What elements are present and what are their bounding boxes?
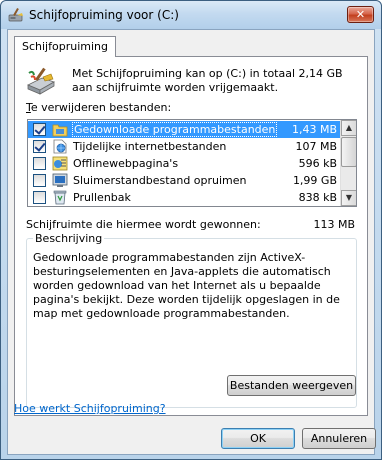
disk-cleanup-window: Schijfopruiming voor (C:) ✕ Schijfopruim… [0, 0, 382, 460]
files-listbox[interactable]: Gedownloade programmabestanden 1,43 MB T… [27, 119, 357, 207]
dialog-client-area: Schijfopruiming Met Schijfopruiming kan … [7, 29, 376, 455]
item-size: 107 MB [295, 140, 337, 153]
item-size: 596 kB [298, 157, 337, 170]
list-item[interactable]: Gedownloade programmabestanden 1,43 MB [28, 121, 341, 138]
internet-files-icon [53, 139, 67, 154]
item-checkbox[interactable] [33, 191, 46, 204]
list-item[interactable]: Tijdelijke internetbestanden 107 MB [28, 138, 341, 155]
view-files-button[interactable]: Bestanden weergeven [227, 375, 356, 396]
help-link[interactable]: Hoe werkt Schijfopruiming? [14, 402, 166, 415]
tab-panel: Met Schijfopruiming kan op (C:) in totaa… [14, 56, 368, 416]
title-bar[interactable]: Schijfopruiming voor (C:) ✕ [1, 1, 381, 29]
item-name: Gedownloade programmabestanden [71, 122, 278, 137]
list-item[interactable]: Sluimerstandbestand opruimen 1,99 GB [28, 172, 341, 189]
ok-button[interactable]: OK [221, 428, 295, 449]
item-name: Prullenbak [73, 191, 131, 204]
list-item[interactable]: Offlinewebpagina's 596 kB [28, 155, 341, 172]
offline-pages-icon [52, 156, 68, 171]
description-groupbox: Beschrijving Gedownloade programmabestan… [26, 232, 357, 408]
close-button[interactable]: ✕ [347, 6, 374, 23]
description-text: Gedownloade programmabestanden zijn Acti… [33, 251, 340, 320]
space-gained-value: 113 MB [313, 218, 355, 231]
description-title: Beschrijving [33, 232, 105, 245]
recycle-bin-icon [53, 190, 67, 205]
list-item[interactable]: Prullenbak 838 kB [28, 189, 341, 206]
scroll-up-arrow-icon[interactable]: ▲ [341, 120, 356, 136]
disk-cleanup-icon [8, 8, 23, 22]
item-size: 1,99 GB [292, 174, 337, 187]
tab-disk-cleanup[interactable]: Schijfopruiming [14, 36, 116, 57]
label-text: e verwijderen bestanden: [30, 101, 172, 114]
intro-text: Met Schijfopruiming kan op (C:) in totaa… [72, 67, 343, 94]
hibernation-icon [52, 173, 68, 187]
item-name: Tijdelijke internetbestanden [73, 140, 227, 153]
scroll-down-arrow-icon[interactable]: ▼ [341, 190, 356, 206]
scrollbar-thumb[interactable] [341, 137, 356, 167]
item-name: Sluimerstandbestand opruimen [73, 174, 247, 187]
cancel-button[interactable]: Annuleren [302, 428, 376, 449]
item-checkbox[interactable] [33, 123, 46, 136]
item-checkbox[interactable] [33, 174, 46, 187]
list-scrollbar[interactable]: ▲ ▼ [340, 120, 356, 206]
item-name: Offlinewebpagina's [73, 157, 179, 170]
item-size: 838 kB [298, 191, 337, 204]
window-title: Schijfopruiming voor (C:) [29, 8, 179, 22]
item-checkbox[interactable] [33, 140, 46, 153]
folder-icon [52, 124, 68, 137]
item-checkbox[interactable] [33, 157, 46, 170]
drive-cleanup-icon [27, 67, 55, 95]
space-gained-label: Schijfruimte die hiermee wordt gewonnen: [26, 218, 261, 231]
files-to-delete-label: Te verwijderen bestanden: [26, 101, 171, 114]
item-size: 1,43 MB [291, 123, 337, 136]
